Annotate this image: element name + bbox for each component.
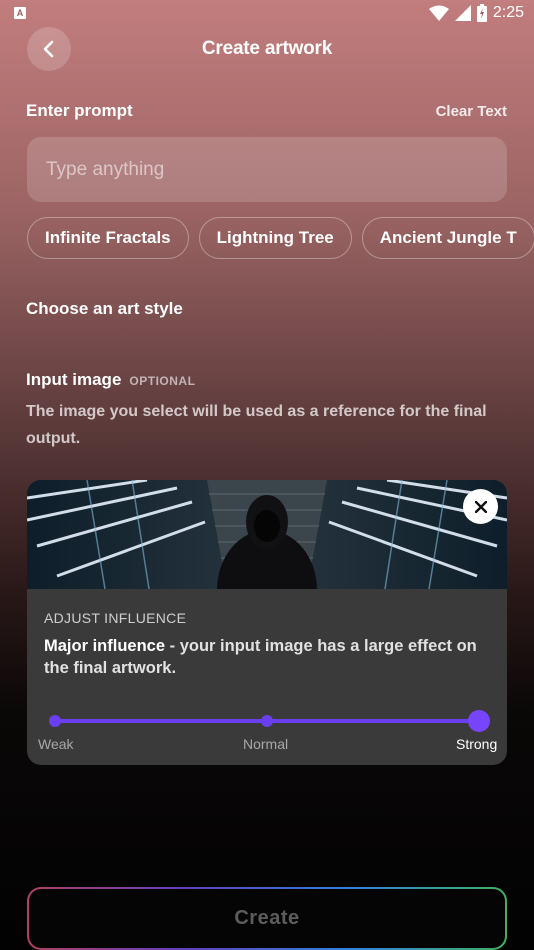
prompt-label: Enter prompt <box>26 101 133 120</box>
status-icons: 2:25 <box>428 4 524 22</box>
remove-image-button[interactable] <box>463 489 498 524</box>
label-weak: Weak <box>38 736 74 752</box>
notification-icon: A <box>14 7 26 19</box>
influence-description: Major influence - your input image has a… <box>44 635 490 679</box>
prompt-label-row: Enter prompt Clear Text <box>26 101 507 121</box>
close-icon <box>474 500 487 513</box>
create-button[interactable]: Create <box>27 887 507 950</box>
battery-icon <box>476 4 487 22</box>
signal-icon <box>454 5 471 21</box>
label-strong: Strong <box>456 736 498 752</box>
status-bar: A 2:25 <box>0 0 534 28</box>
escalator-photo <box>27 480 507 589</box>
influence-slider[interactable] <box>49 710 490 732</box>
chip-lightning-tree[interactable]: Lightning Tree <box>198 217 352 259</box>
prompt-field[interactable] <box>27 137 507 202</box>
input-image-title-row: Input image OPTIONAL <box>26 370 195 390</box>
influence-panel: ADJUST INFLUENCE Major influence - your … <box>44 610 490 679</box>
page-title: Create artwork <box>201 38 333 59</box>
label-normal: Normal <box>243 736 289 752</box>
input-image-title: Input image <box>26 370 122 389</box>
adjust-influence-heading: ADJUST INFLUENCE <box>44 610 187 626</box>
wifi-icon <box>428 5 449 21</box>
slider-thumb[interactable] <box>468 710 490 732</box>
slider-stop-normal[interactable] <box>261 715 273 727</box>
art-style-title: Choose an art style <box>26 299 183 318</box>
clear-text-button[interactable]: Clear Text <box>436 103 507 120</box>
optional-tag: OPTIONAL <box>129 374 196 388</box>
chip-ancient-jungle[interactable]: Ancient Jungle T <box>361 217 534 259</box>
slider-stop-weak[interactable] <box>49 715 61 727</box>
clock: 2:25 <box>492 4 524 21</box>
suggestion-chips: Infinite Fractals Lightning Tree Ancient J… <box>27 217 534 259</box>
prompt-input[interactable] <box>44 157 490 182</box>
header: Create artwork <box>0 27 534 73</box>
input-image-card: ADJUST INFLUENCE Major influence - your … <box>27 480 507 765</box>
influence-level-name: Major influence <box>44 637 166 655</box>
input-image-description: The image you select will be used as a r… <box>26 403 487 447</box>
input-image-preview[interactable] <box>27 480 507 589</box>
chip-infinite-fractals[interactable]: Infinite Fractals <box>27 217 189 259</box>
